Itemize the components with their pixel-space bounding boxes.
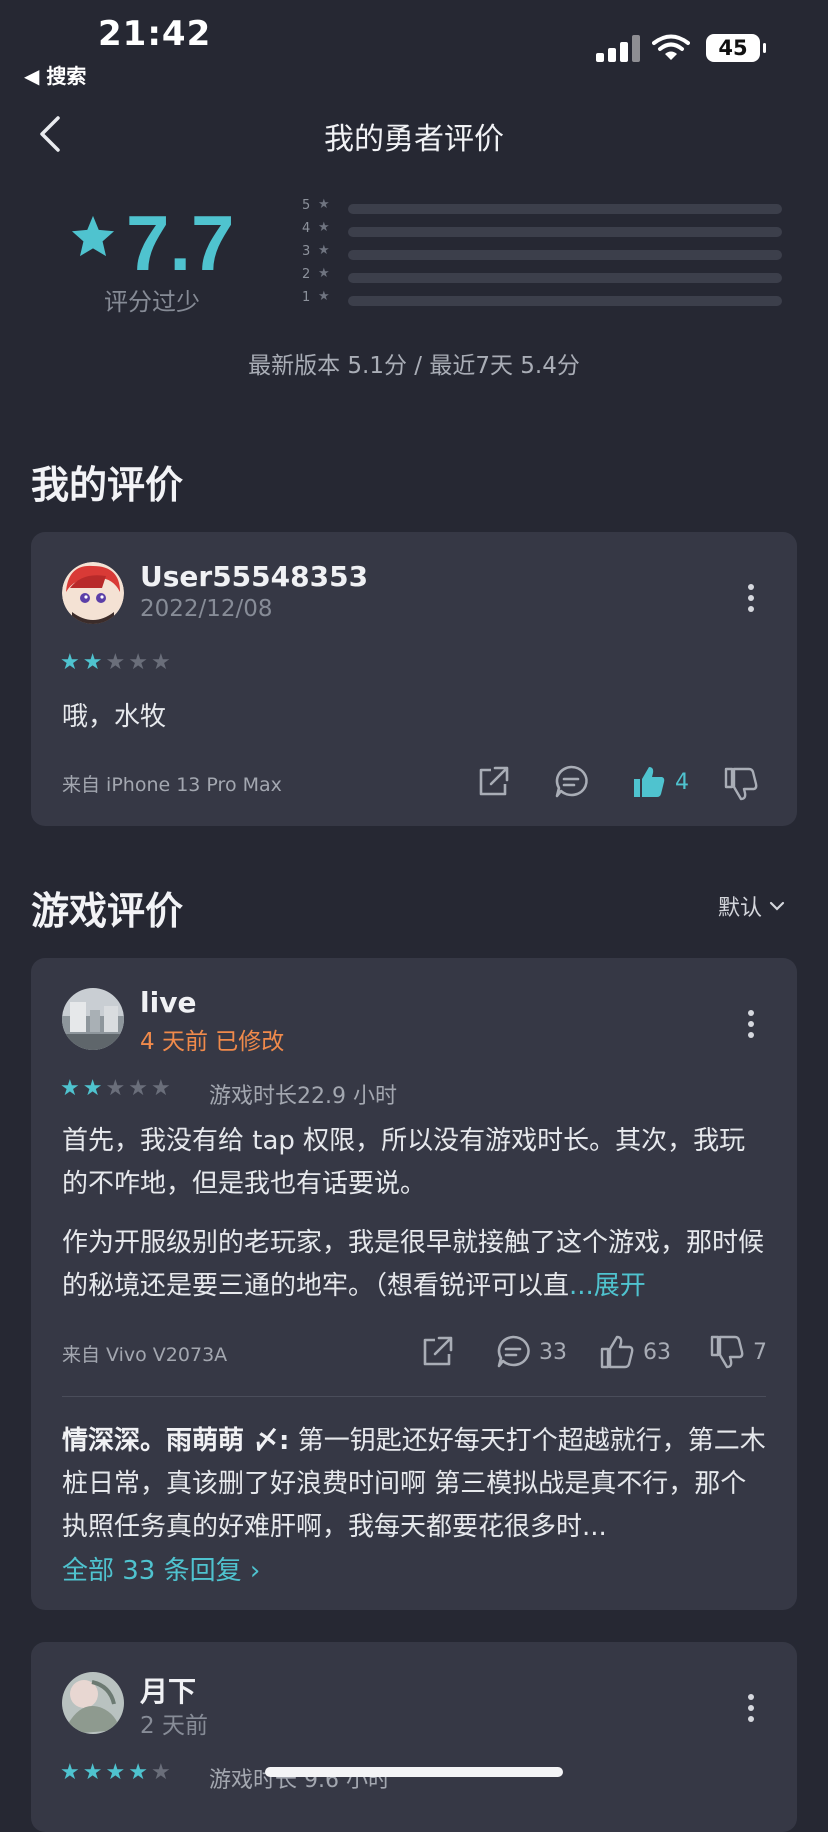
star-icon: ★ (318, 220, 330, 235)
home-indicator[interactable] (265, 1767, 563, 1777)
review-stars: ★★★★★ (60, 1760, 174, 1785)
bar-label: 5 (302, 198, 311, 213)
star-filled-icon: ★ (60, 1760, 83, 1785)
comment-icon (497, 1335, 530, 1368)
avatar[interactable] (62, 1672, 124, 1734)
my-review-card: User55548353 2022/12/08 ★★★★★ 哦，水牧 来自 iP… (31, 532, 797, 826)
review-time: 4 天前 已修改 (140, 1029, 285, 1055)
star-filled-icon: ★ (128, 1760, 151, 1785)
more-options-icon[interactable] (748, 584, 754, 617)
share-icon[interactable] (475, 764, 511, 800)
comment-icon[interactable] (553, 764, 589, 800)
review-paragraph-1: 首先，我没有给 tap 权限，所以没有游戏时长。其次，我玩的不咋地，但是我也有话… (62, 1126, 746, 1199)
expand-link[interactable]: ...展开 (569, 1271, 646, 1301)
star-icon: ★ (318, 289, 330, 304)
battery-indicator: 45 (706, 34, 766, 62)
page-title: 我的勇者评价 (324, 122, 504, 157)
avatar[interactable] (62, 562, 124, 624)
reply-author: 情深深。雨萌萌 〆: (62, 1426, 290, 1456)
review-device: 来自 Vivo V2073A (62, 1344, 228, 1366)
bar-track (348, 273, 782, 283)
bar-label: 2 (302, 267, 311, 282)
star-filled-icon: ★ (82, 1760, 106, 1785)
version-score: 最新版本 5.1分 / 最近7天 5.4分 (248, 353, 580, 379)
bar-label: 1 (302, 290, 311, 305)
star-empty-icon: ★ (150, 1760, 174, 1785)
star-icon: ★ (318, 197, 330, 212)
like-button[interactable]: 4 (631, 764, 689, 800)
signal-icon (596, 34, 640, 62)
review-device: 来自 iPhone 13 Pro Max (62, 774, 282, 796)
review-date: 2022/12/08 (140, 596, 273, 622)
more-options-icon[interactable] (748, 1010, 754, 1043)
comment-button[interactable]: 33 (495, 1334, 567, 1370)
bar-track (348, 250, 782, 260)
sort-dropdown[interactable]: 默认 (718, 890, 786, 922)
like-count: 63 (643, 1339, 671, 1365)
rating-star-icon (71, 215, 115, 257)
bar-label: 3 (302, 244, 311, 259)
my-review-heading: 我的评价 (31, 463, 184, 507)
star-filled-icon: ★ (60, 650, 83, 675)
like-button[interactable]: 63 (599, 1334, 671, 1370)
game-reviews-heading: 游戏评价 (31, 889, 184, 933)
bar-track (348, 296, 782, 306)
review-username[interactable]: 月下 (140, 1670, 196, 1710)
share-icon[interactable] (419, 1334, 455, 1370)
thumbs-down-icon[interactable] (723, 766, 759, 802)
all-replies-link[interactable]: 全部 33 条回复 › (62, 1550, 260, 1587)
review-time: 2 天前 (140, 1713, 208, 1739)
star-empty-icon: ★ (150, 1076, 174, 1101)
star-empty-icon: ★ (128, 650, 151, 675)
review-username[interactable]: User55548353 (140, 560, 368, 593)
review-card: live 4 天前 已修改 ★★★★★ 游戏时长22.9 小时 首先，我没有给 … (31, 958, 797, 1610)
thumbs-down-icon (710, 1335, 744, 1369)
rating-note: 评分过少 (104, 288, 200, 316)
review-text: 哦，水牧 (62, 702, 167, 732)
like-count: 4 (675, 769, 689, 795)
star-empty-icon: ★ (150, 650, 174, 675)
bar-label: 4 (302, 221, 311, 236)
star-empty-icon: ★ (105, 650, 129, 675)
sort-label: 默认 (718, 896, 763, 921)
avatar[interactable] (62, 988, 124, 1050)
review-paragraph-2-text: 作为开服级别的老玩家，我是很早就接触了这个游戏，那时候的秘境还是要三通的地牢。（… (62, 1228, 765, 1301)
overall-rating: 7.7 (126, 199, 235, 287)
star-filled-icon: ★ (60, 1076, 83, 1101)
dislike-count: 7 (753, 1339, 767, 1365)
comment-count: 33 (539, 1339, 567, 1365)
review-stars: ★★★★★ (60, 1076, 174, 1101)
more-options-icon[interactable] (748, 1694, 754, 1727)
star-icon: ★ (318, 266, 330, 281)
dislike-button[interactable]: 7 (709, 1334, 767, 1370)
divider (62, 1396, 766, 1397)
playtime: 游戏时长22.9 小时 (209, 1084, 397, 1109)
star-filled-icon: ★ (82, 1076, 106, 1101)
star-icon: ★ (318, 243, 330, 258)
review-paragraph-2: 作为开服级别的老玩家，我是很早就接触了这个游戏，那时候的秘境还是要三通的地牢。（… (62, 1222, 766, 1308)
back-to-search-link[interactable]: ◀ 搜索 (24, 60, 86, 89)
thumbs-up-icon (634, 767, 665, 797)
star-filled-icon: ★ (105, 1760, 129, 1785)
status-time: 21:42 (98, 14, 212, 54)
reply-preview[interactable]: 情深深。雨萌萌 〆: 第一钥匙还好每天打个超越就行，第二木桩日常，真该删了好浪费… (62, 1420, 766, 1549)
chevron-down-icon (769, 901, 785, 911)
review-card: 月下 2 天前 ★★★★★ 游戏时长 9.6 小时 (31, 1642, 797, 1832)
bar-track (348, 204, 782, 214)
star-empty-icon: ★ (128, 1076, 151, 1101)
review-stars: ★★★★★ (60, 650, 174, 675)
thumbs-up-icon (600, 1335, 634, 1369)
bar-track (348, 227, 782, 237)
review-username[interactable]: live (140, 986, 196, 1019)
wifi-icon (652, 34, 690, 60)
star-filled-icon: ★ (82, 650, 106, 675)
star-empty-icon: ★ (105, 1076, 129, 1101)
